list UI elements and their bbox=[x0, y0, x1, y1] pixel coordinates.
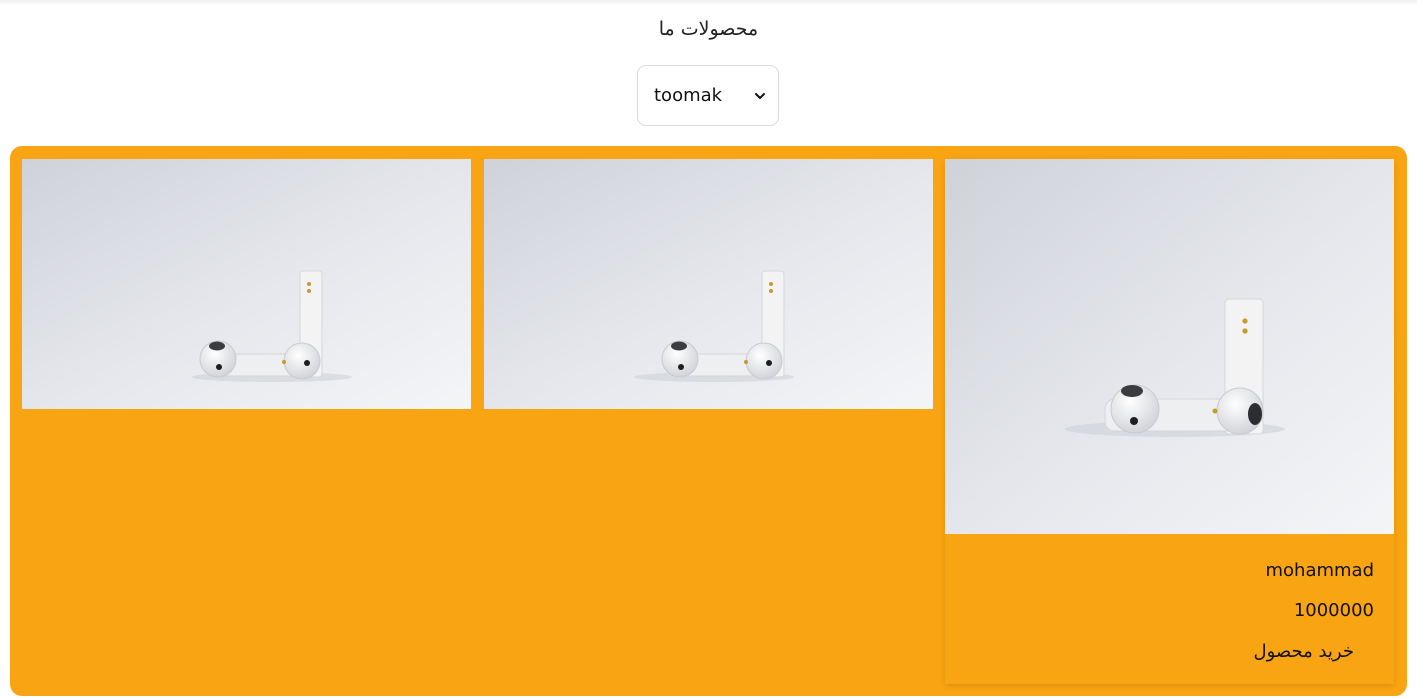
product-name: mohammad bbox=[1265, 560, 1374, 581]
products-panel: mohammad 1000000 خرید محصول bbox=[10, 146, 1407, 696]
product-info: mohammad 1000000 خرید محصول bbox=[945, 560, 1394, 664]
product-price: 1000000 bbox=[1293, 600, 1374, 621]
category-select[interactable]: toomak bbox=[637, 65, 779, 126]
product-image[interactable] bbox=[22, 159, 471, 409]
category-select-value: toomak bbox=[654, 85, 723, 106]
product-card[interactable] bbox=[484, 159, 933, 409]
chevron-down-icon bbox=[755, 92, 765, 99]
page-title: محصولات ما bbox=[658, 18, 759, 40]
buy-product-button[interactable]: خرید محصول bbox=[1254, 640, 1355, 664]
top-bar-shadow bbox=[0, 0, 1417, 6]
product-card[interactable]: mohammad 1000000 خرید محصول bbox=[945, 159, 1394, 684]
product-card[interactable] bbox=[22, 159, 471, 409]
product-image[interactable] bbox=[484, 159, 933, 409]
product-image[interactable] bbox=[945, 159, 1394, 534]
